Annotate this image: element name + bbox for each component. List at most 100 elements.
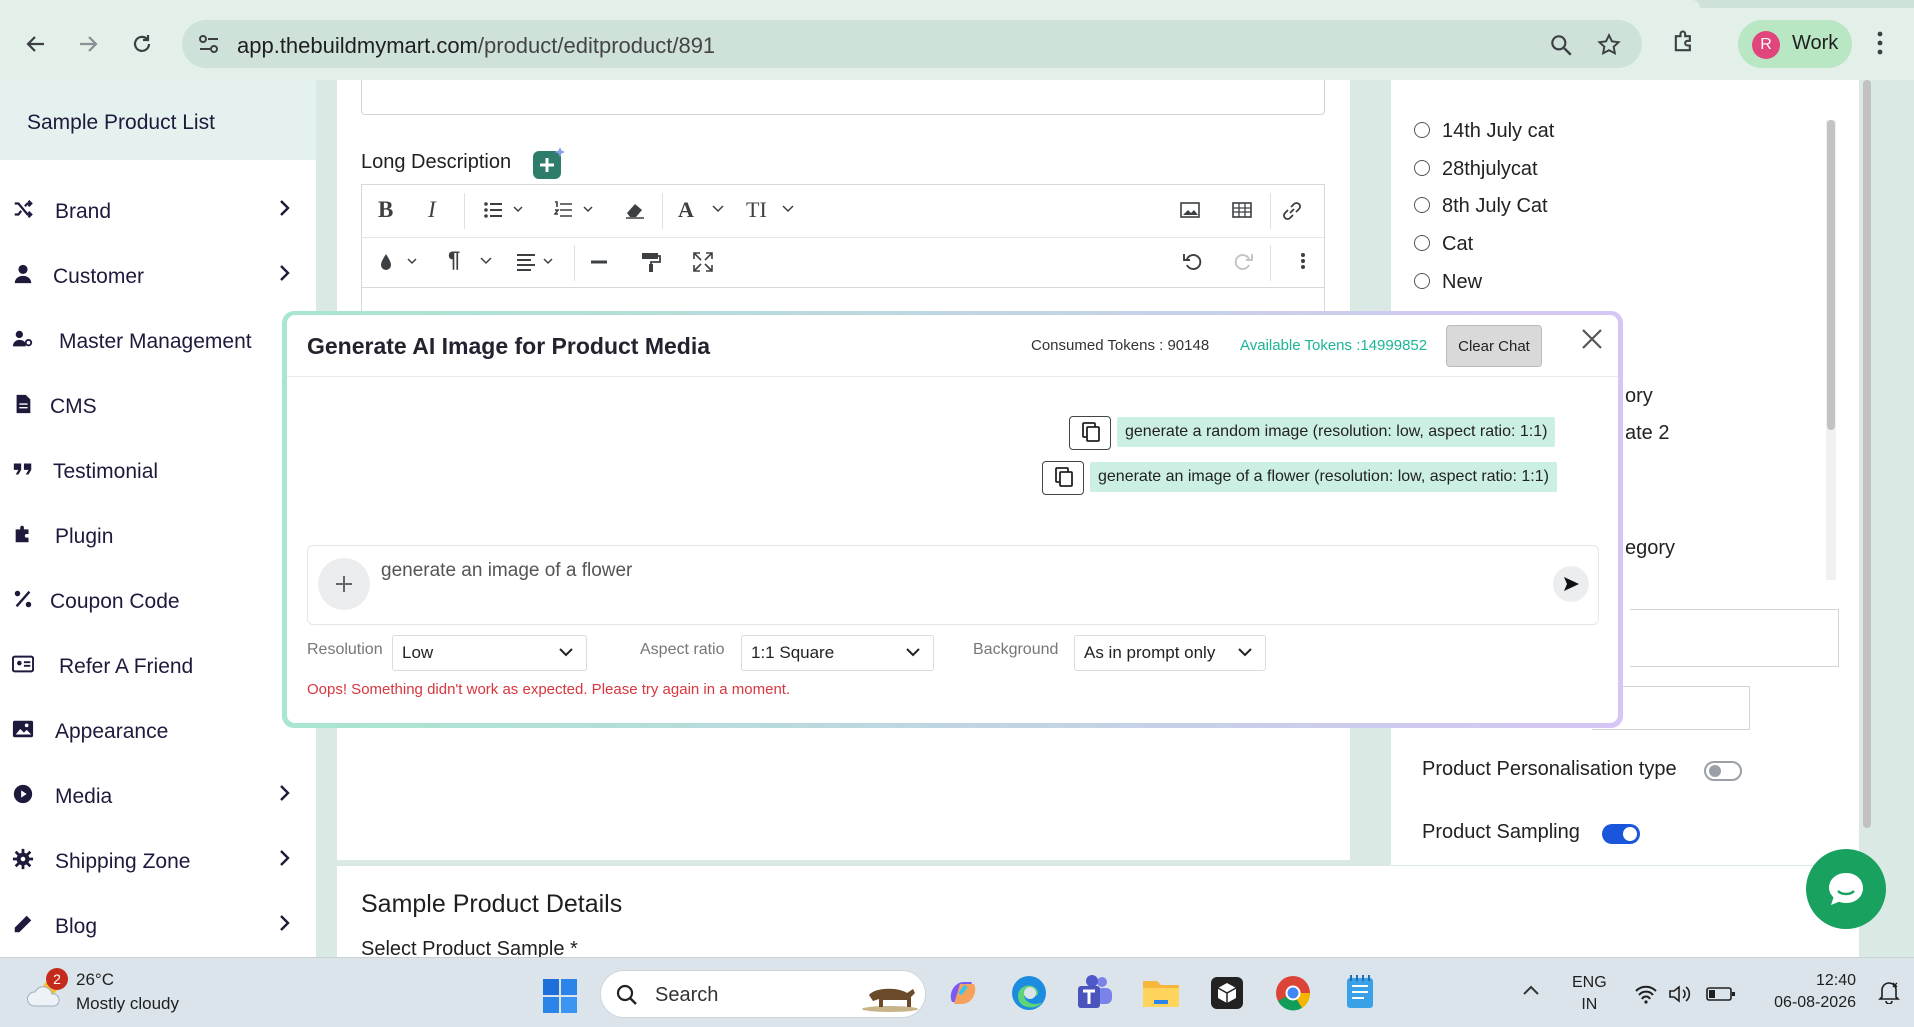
eraser-icon[interactable] <box>624 201 646 219</box>
file-explorer-icon[interactable] <box>1140 972 1182 1014</box>
resolution-label: Resolution <box>307 641 383 658</box>
category-option[interactable]: New <box>1414 269 1634 299</box>
font-color-icon[interactable]: A <box>678 197 694 223</box>
edge-icon[interactable] <box>1008 972 1050 1014</box>
modal-header: Generate AI Image for Product Media Cons… <box>287 315 1618 377</box>
radio-button[interactable] <box>1414 273 1430 289</box>
chevron-up-icon[interactable] <box>1522 984 1540 996</box>
clock[interactable]: 12:40 06-08-2026 <box>1760 970 1856 1014</box>
horizontal-line-icon[interactable] <box>590 259 608 265</box>
arrow-left-icon <box>26 36 44 52</box>
category-option[interactable]: 14th July cat <box>1414 118 1634 148</box>
search-highlight-art <box>862 988 918 1012</box>
sidebar-item-brand[interactable]: Brand <box>0 180 316 240</box>
send-button[interactable] <box>1553 566 1589 602</box>
reload-button[interactable] <box>124 26 160 62</box>
attach-button[interactable] <box>318 558 370 610</box>
prompt-input-box[interactable]: generate an image of a flower <box>307 545 1599 625</box>
insert-image-icon[interactable] <box>1180 201 1200 219</box>
sampling-toggle[interactable] <box>1602 824 1640 844</box>
battery-icon[interactable] <box>1706 984 1736 1004</box>
sidebar-item-cms[interactable]: CMS <box>0 375 316 435</box>
site-settings-icon <box>199 35 218 53</box>
notification-bell-icon[interactable] <box>1878 980 1900 1004</box>
chrome-icon[interactable] <box>1272 972 1314 1014</box>
category-option[interactable]: 28thjulycat <box>1414 156 1634 186</box>
sidebar-item-blog[interactable]: Blog <box>0 895 316 955</box>
chevron-right-icon <box>280 915 290 931</box>
sidebar-item-customer[interactable]: Customer <box>0 245 316 305</box>
address-bar[interactable]: app.thebuildmymart.com/product/editprodu… <box>182 20 1642 68</box>
text-color-drop-icon[interactable] <box>380 253 420 271</box>
app-cube-icon[interactable] <box>1206 972 1248 1014</box>
italic-icon[interactable]: I <box>428 197 436 223</box>
sidebar-item-appearance[interactable]: Appearance <box>0 700 316 760</box>
play-circle-icon <box>13 784 33 804</box>
category-scrollbar[interactable] <box>1826 120 1836 580</box>
live-chat-button[interactable] <box>1806 849 1886 929</box>
back-button[interactable] <box>18 26 54 62</box>
extensions-puzzle-icon[interactable] <box>1670 28 1698 56</box>
prompt-input[interactable]: generate an image of a flower <box>381 560 632 582</box>
radio-button[interactable] <box>1414 197 1430 213</box>
sidebar-item-plugin[interactable]: Plugin <box>0 505 316 565</box>
format-painter-icon[interactable] <box>640 251 662 273</box>
page-scrollbar[interactable] <box>1862 80 1872 830</box>
aspect-ratio-select[interactable]: 1:1 Square <box>741 635 934 671</box>
more-vertical-icon[interactable] <box>1876 30 1884 56</box>
radio-button[interactable] <box>1414 235 1430 251</box>
puzzle-icon <box>15 525 29 543</box>
bookmark-star-icon[interactable] <box>1596 32 1622 58</box>
sidebar-item-coupon-code[interactable]: Coupon Code <box>0 570 316 630</box>
teams-icon[interactable] <box>1074 972 1116 1014</box>
copilot-icon[interactable] <box>942 972 984 1014</box>
profile-button[interactable]: R Work <box>1738 20 1852 68</box>
close-icon[interactable] <box>1576 323 1608 355</box>
bullet-list-icon[interactable] <box>484 201 524 219</box>
bold-icon[interactable]: B <box>378 197 393 223</box>
short-description-textarea[interactable] <box>361 80 1325 115</box>
language-indicator[interactable]: ENG IN <box>1572 972 1607 1016</box>
chevron-down-icon[interactable] <box>712 205 724 213</box>
zoom-search-icon[interactable] <box>1548 32 1574 58</box>
sidebar-item-media[interactable]: Media <box>0 765 316 825</box>
link-icon[interactable] <box>1282 201 1302 221</box>
radio-button[interactable] <box>1414 160 1430 176</box>
paragraph-icon[interactable]: ¶ <box>448 247 460 273</box>
category-option-partial: ory <box>1625 385 1653 407</box>
forward-button[interactable] <box>70 26 106 62</box>
more-vertical-icon[interactable] <box>1300 251 1306 271</box>
numbered-list-icon[interactable] <box>554 201 594 219</box>
clear-chat-button[interactable]: Clear Chat <box>1446 325 1542 367</box>
volume-icon[interactable] <box>1668 984 1692 1004</box>
resolution-select[interactable]: Low <box>392 635 587 671</box>
category-option[interactable]: 8th July Cat <box>1414 193 1634 223</box>
sidebar-item-testimonial[interactable]: Testimonial <box>0 440 316 500</box>
ai-sparkle-icon[interactable] <box>532 146 566 180</box>
sidebar-item-master-management[interactable]: Master Management <box>0 310 316 370</box>
taskbar-search[interactable]: Search <box>600 970 926 1018</box>
notepad-icon[interactable] <box>1340 972 1382 1014</box>
radio-button[interactable] <box>1414 122 1430 138</box>
copy-button[interactable] <box>1042 461 1084 495</box>
sidebar-item-shipping-zone[interactable]: Shipping Zone <box>0 830 316 890</box>
sidebar-item-refer-a-friend[interactable]: Refer A Friend <box>0 635 316 695</box>
redo-icon[interactable] <box>1234 251 1254 271</box>
form-input[interactable] <box>1630 609 1839 667</box>
insert-table-icon[interactable] <box>1232 201 1252 219</box>
wifi-icon[interactable] <box>1634 984 1658 1004</box>
chevron-down-icon[interactable] <box>782 205 794 213</box>
windows-start-icon[interactable] <box>542 978 578 1014</box>
chevron-right-icon <box>280 265 290 281</box>
fullscreen-icon[interactable] <box>692 251 714 273</box>
align-icon[interactable] <box>516 253 556 271</box>
undo-icon[interactable] <box>1182 251 1202 271</box>
category-option[interactable]: Cat <box>1414 231 1634 261</box>
chat-icon <box>1829 873 1863 905</box>
url-text: app.thebuildmymart.com/product/editprodu… <box>237 33 716 58</box>
copy-button[interactable] <box>1069 416 1111 450</box>
personalisation-toggle[interactable] <box>1704 761 1742 781</box>
background-select[interactable]: As in prompt only <box>1074 635 1266 671</box>
font-size-icon[interactable]: TI <box>746 197 767 223</box>
chevron-down-icon[interactable] <box>480 257 492 265</box>
